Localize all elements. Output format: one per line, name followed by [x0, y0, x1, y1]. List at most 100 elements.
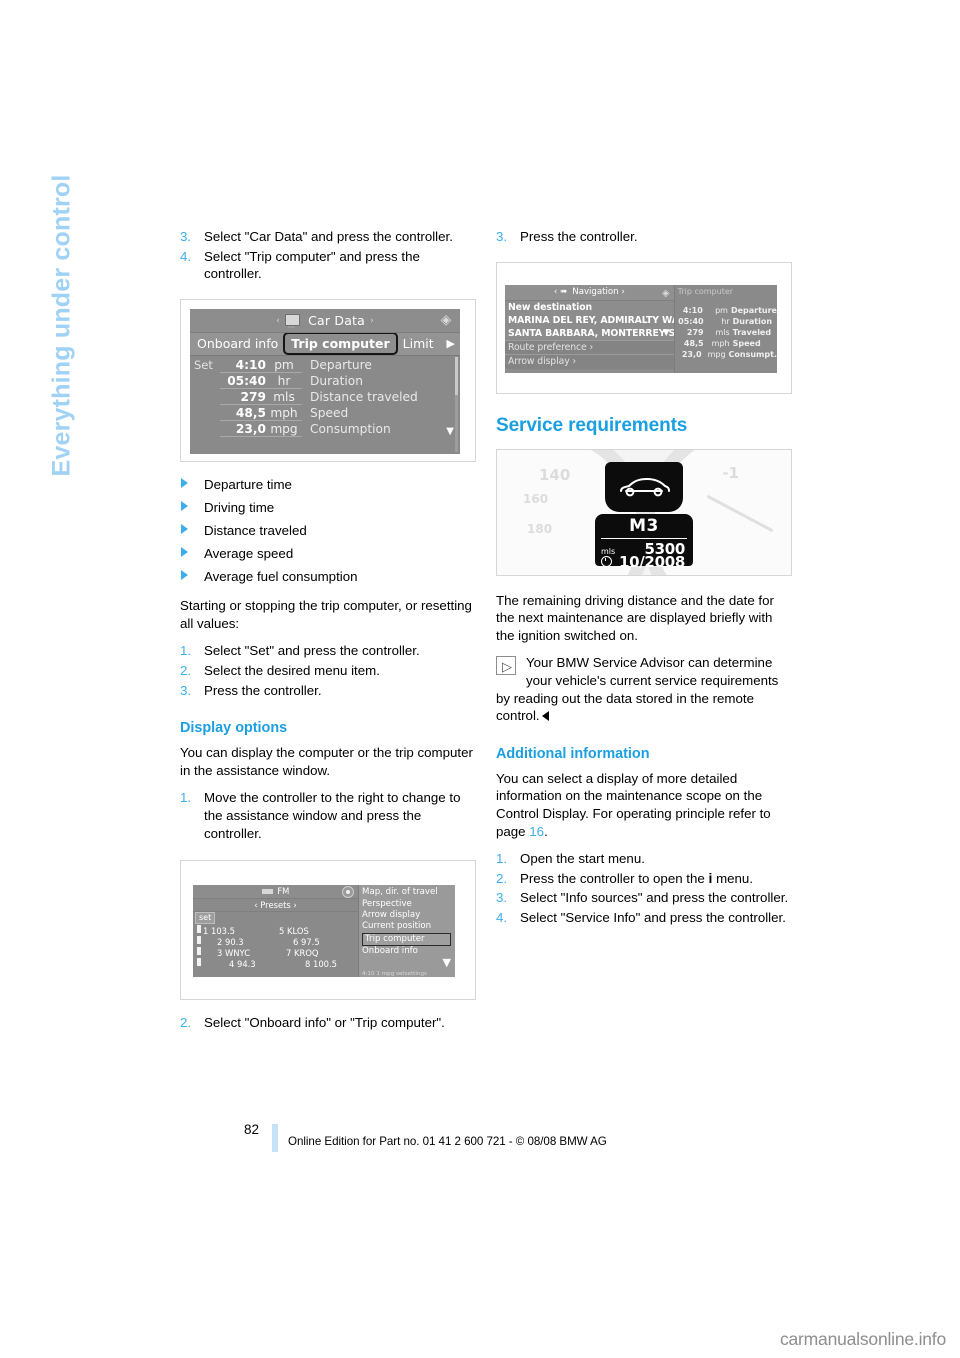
step-number: 1.	[496, 851, 508, 867]
service-date-row: 10/2008	[601, 553, 685, 571]
list-item: 3. Select "Info sources" and press the c…	[496, 889, 792, 907]
table-row[interactable]: Set 4:10 pm Departure	[190, 358, 460, 374]
tab-onboard-info[interactable]: Onboard info	[192, 334, 283, 353]
menu-item-current-position[interactable]: Current position	[362, 921, 455, 932]
table-row: 05:40 hr Duration	[678, 316, 777, 327]
table-row[interactable]: 279 mls Distance traveled	[190, 390, 460, 406]
table-row: 23,0 mpg Consumpt.	[678, 349, 777, 360]
preset-row[interactable]: 2 90.3 6 97.5	[203, 936, 355, 947]
step-number: 2.	[180, 1015, 192, 1031]
menu-item-new-destination[interactable]: New destination	[505, 301, 674, 314]
speedometer-tick-180: 180	[527, 521, 553, 536]
fm-split-screen: FM ‹ Presets › set 1 103.5 5 KLOS 2 90.3…	[193, 885, 455, 978]
step-text: Press the controller.	[520, 229, 638, 244]
watermark: carmanualsonline.info	[779, 1329, 946, 1349]
screen-title: Car Data	[308, 312, 366, 328]
scroll-down-icon[interactable]: ▼	[663, 328, 670, 338]
step-number: 4.	[180, 248, 192, 264]
menu-item-map-dir-of-travel[interactable]: Map, dir. of travel	[362, 887, 455, 898]
fm-presets-bar[interactable]: ‹ Presets ›	[193, 899, 359, 913]
figure-fm-assistance-window: FM ‹ Presets › set 1 103.5 5 KLOS 2 90.3…	[180, 860, 476, 1001]
preset-item[interactable]: 6 97.5	[279, 937, 355, 947]
preset-row[interactable]: 4 94.3 8 100.5	[203, 958, 355, 969]
menu-item-onboard-info[interactable]: Onboard info	[362, 946, 455, 957]
menu-item-arrow-display[interactable]: Arrow display ›	[505, 354, 674, 369]
menu-item-perspective[interactable]: Perspective	[362, 899, 455, 910]
preset-item[interactable]: 2 90.3	[203, 937, 279, 947]
list-item: 3. Select "Car Data" and press the contr…	[180, 228, 476, 246]
tab-limit[interactable]: Limit	[398, 334, 439, 353]
row-label: Consumpt.	[728, 350, 777, 360]
row-unit: pm	[715, 305, 728, 315]
page-reference-link[interactable]: 16	[529, 824, 544, 839]
assistance-window-menu: Map, dir. of travel Perspective Arrow di…	[358, 885, 455, 978]
preset-item[interactable]: 3 WNYC	[203, 948, 286, 958]
right-column: 3. Press the controller. ‹ ➠ Navigation …	[496, 228, 792, 929]
tuner-knob-icon	[342, 886, 355, 899]
row-unit: mph	[266, 406, 302, 421]
list-item: 1. Select "Set" and press the controller…	[180, 642, 476, 660]
preset-item[interactable]: 7 KROQ	[286, 948, 355, 958]
bullet-text: Average speed	[204, 546, 294, 562]
list-item: 3. Press the controller.	[496, 228, 792, 246]
preset-row[interactable]: 3 WNYC 7 KROQ	[203, 947, 355, 958]
menu-item-trip-computer[interactable]: Trip computer	[362, 932, 451, 947]
step-text: Select "Set" and press the controller.	[204, 643, 420, 659]
note-triangle-glyph: ▷	[502, 658, 512, 674]
figure-navigation-split-screen: ‹ ➠ Navigation › ◈ New destination MARIN…	[496, 261, 792, 394]
scroll-down-icon[interactable]: ▼	[446, 426, 454, 437]
list-item: 1. Move the controller to the right to c…	[180, 789, 476, 842]
menu-item-destination-marina-del-rey[interactable]: MARINA DEL REY, ADMIRALTY WA	[505, 314, 679, 327]
preset-row[interactable]: 1 103.5 5 KLOS	[203, 925, 355, 936]
fm-preset-grid: 1 103.5 5 KLOS 2 90.3 6 97.5 3 WNYC 7 KR…	[203, 925, 355, 969]
trip-computer-rows: Set 4:10 pm Departure 05:40 hr Duration …	[190, 356, 460, 438]
speedometer-tick-160: 160	[523, 491, 549, 506]
menu-item-arrow-display[interactable]: Arrow display	[362, 910, 455, 921]
bullet-triangle-icon	[181, 523, 188, 534]
preset-item[interactable]: 5 KLOS	[279, 926, 355, 936]
row-unit: mls	[715, 328, 730, 337]
bullet-text: Distance traveled	[204, 522, 307, 538]
step-number: 2.	[180, 663, 192, 679]
tabbar-more-arrow-icon[interactable]: ▶	[447, 337, 455, 350]
step-text: Select "Info sources" and press the cont…	[520, 890, 789, 906]
row-label: Duration	[732, 316, 773, 326]
service-note: ▷ Your BMW Service Advisor can determine…	[496, 654, 792, 724]
note-end-marker-icon	[541, 711, 549, 722]
preset-item[interactable]: 1 103.5	[203, 926, 279, 936]
table-row[interactable]: 48,5 mph Speed	[190, 406, 460, 422]
menu-scroll-down-icon[interactable]: ▼	[443, 956, 451, 969]
prev-arrow-icon[interactable]: ‹	[554, 287, 557, 297]
service-data-box: M3 mls 5300 10/2008	[595, 513, 693, 571]
step-text-before: Press the controller to open the	[520, 870, 709, 886]
display-options-step-1: 1. Move the controller to the right to c…	[180, 789, 476, 842]
bullet-text: Driving time	[204, 499, 275, 515]
preset-item[interactable]: 4 94.3	[203, 959, 279, 969]
table-row[interactable]: 05:40 hr Duration	[190, 374, 460, 390]
divider	[601, 537, 687, 539]
chapter-title: Everything under control	[47, 174, 76, 477]
preset-item[interactable]: 8 100.5	[279, 959, 355, 969]
menu-item-route-preference[interactable]: Route preference ›	[505, 340, 674, 355]
set-button[interactable]: set	[195, 912, 216, 925]
scrollbar-thumb[interactable]	[455, 356, 458, 395]
bullet-triangle-icon	[181, 500, 188, 511]
four-way-nav-icon: ◈	[440, 311, 452, 328]
row-value: 23,0	[220, 422, 266, 437]
next-arrow-icon[interactable]: ›	[370, 316, 374, 326]
table-row[interactable]: 23,0 mpg Consumption	[190, 422, 460, 438]
menu-item-destination-santa-barbara[interactable]: SANTA BARBARA, MONTERREY ST	[505, 327, 681, 340]
list-item: Distance traveled	[180, 522, 476, 540]
row-unit: mpg	[266, 422, 302, 437]
additional-information-steps: 1. Open the start menu. 2. Press the con…	[496, 850, 792, 926]
tab-trip-computer[interactable]: Trip computer	[283, 332, 398, 356]
scrollbar[interactable]	[455, 356, 458, 452]
trip-computer-panel: Trip computer 4:10 pm Departure 05:40 hr…	[673, 284, 777, 373]
note-triangle-icon: ▷	[496, 656, 516, 676]
next-arrow-icon[interactable]: ›	[621, 287, 624, 297]
note-text: Your BMW Service Advisor can determine y…	[496, 655, 779, 724]
set-label[interactable]: Set	[190, 358, 220, 372]
step-number: 3.	[496, 229, 508, 244]
row-label: Departure	[310, 357, 372, 372]
prev-arrow-icon[interactable]: ‹	[276, 316, 280, 326]
